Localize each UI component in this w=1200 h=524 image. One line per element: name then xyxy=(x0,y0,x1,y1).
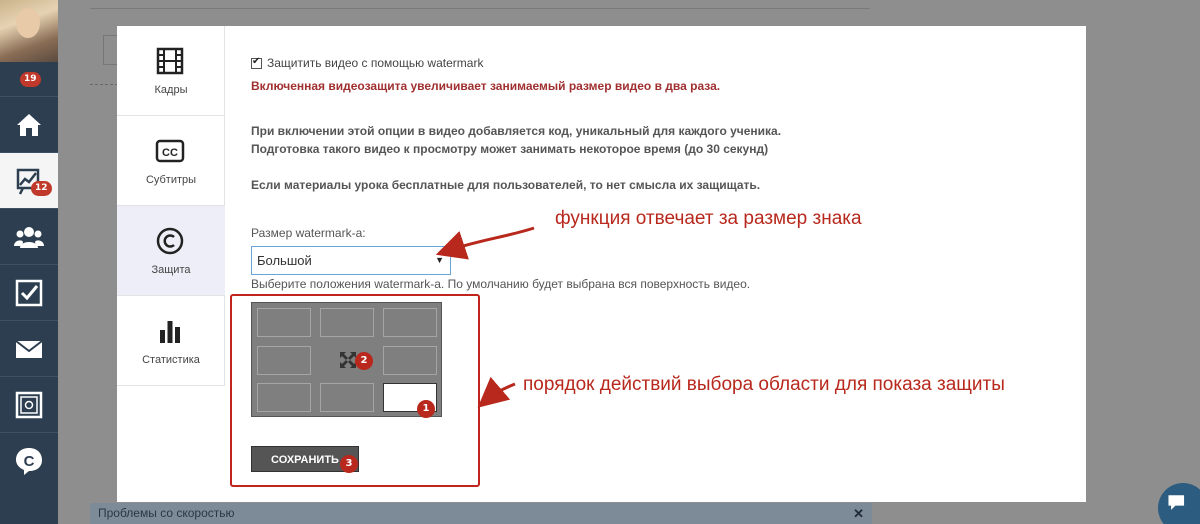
mail-icon xyxy=(15,339,43,358)
users-icon xyxy=(14,226,44,248)
chat-c-icon: C xyxy=(16,447,42,475)
annotation-order-note: порядок действий выбора области для пока… xyxy=(523,374,1005,395)
svg-text:C: C xyxy=(24,453,35,470)
tab-statistics[interactable]: Статистика xyxy=(117,296,225,386)
app-sidebar: 19 12 C xyxy=(0,0,58,524)
info-text-1: При включении этой опции в видео добавля… xyxy=(251,124,782,138)
info-text-2: Подготовка такого видео к просмотру може… xyxy=(251,142,769,156)
copyright-icon xyxy=(156,227,184,255)
watermark-size-label: Размер watermark-а: xyxy=(251,226,366,240)
nav-safe[interactable] xyxy=(0,376,58,432)
statistics-badge: 12 xyxy=(31,181,52,196)
speed-problems-text: Проблемы со скоростью xyxy=(98,506,235,520)
svg-text:CC: CC xyxy=(162,147,178,159)
protect-video-label: Защитить видео с помощью watermark xyxy=(267,56,484,70)
watermark-size-select[interactable]: Большой ▼ xyxy=(251,246,451,275)
tab-subtitles-label: Субтитры xyxy=(145,174,197,186)
modal-tabs: Кадры CC Субтитры Защита Статистика xyxy=(117,26,225,386)
checkbox-icon xyxy=(15,279,43,306)
tab-frames[interactable]: Кадры xyxy=(117,26,225,116)
dropdown-caret-icon: ▼ xyxy=(435,255,444,265)
safe-icon xyxy=(15,391,43,418)
home-icon xyxy=(17,113,41,136)
film-icon xyxy=(156,47,184,75)
protect-video-checkbox[interactable] xyxy=(251,56,262,69)
nav-messages[interactable] xyxy=(0,320,58,376)
annotation-size-note: функция отвечает за размер знака xyxy=(555,208,862,229)
cc-icon: CC xyxy=(155,139,185,163)
tab-statistics-label: Статистика xyxy=(142,354,200,366)
tab-subtitles[interactable]: CC Субтитры xyxy=(117,116,225,206)
watermark-size-value: Большой xyxy=(257,253,312,268)
step-marker-3: 3 xyxy=(340,455,358,473)
background-divider xyxy=(90,8,870,9)
bar-chart-icon xyxy=(160,321,180,343)
close-bar-icon[interactable]: ✕ xyxy=(853,503,864,524)
support-chat-button[interactable] xyxy=(1158,483,1200,524)
tab-protection[interactable]: Защита xyxy=(117,206,225,296)
speed-problems-bar[interactable]: Проблемы со скоростью ✕ xyxy=(90,503,872,524)
chat-bubble-icon xyxy=(1168,495,1185,510)
step-marker-1: 1 xyxy=(417,400,435,418)
user-avatar[interactable] xyxy=(0,0,58,62)
nav-tasks[interactable] xyxy=(0,264,58,320)
background-dashed-line xyxy=(90,84,118,85)
protect-video-row[interactable]: Защитить видео с помощью watermark xyxy=(251,56,483,70)
background-button xyxy=(103,35,117,65)
notifications[interactable]: 19 xyxy=(0,62,58,96)
step-marker-2: 2 xyxy=(355,352,373,370)
position-hint: Выберите положения watermark-а. По умолч… xyxy=(251,277,751,291)
nav-users[interactable] xyxy=(0,208,58,264)
info-text-3: Если материалы урока бесплатные для поль… xyxy=(251,178,761,192)
nav-statistics[interactable]: 12 xyxy=(0,152,58,208)
tab-protection-label: Защита xyxy=(151,264,191,276)
tab-frames-label: Кадры xyxy=(154,84,188,96)
nav-home[interactable] xyxy=(0,96,58,152)
size-warning: Включенная видеозащита увеличивает заним… xyxy=(251,79,721,93)
nav-chat[interactable]: C xyxy=(0,432,58,488)
notification-badge: 19 xyxy=(20,72,41,87)
